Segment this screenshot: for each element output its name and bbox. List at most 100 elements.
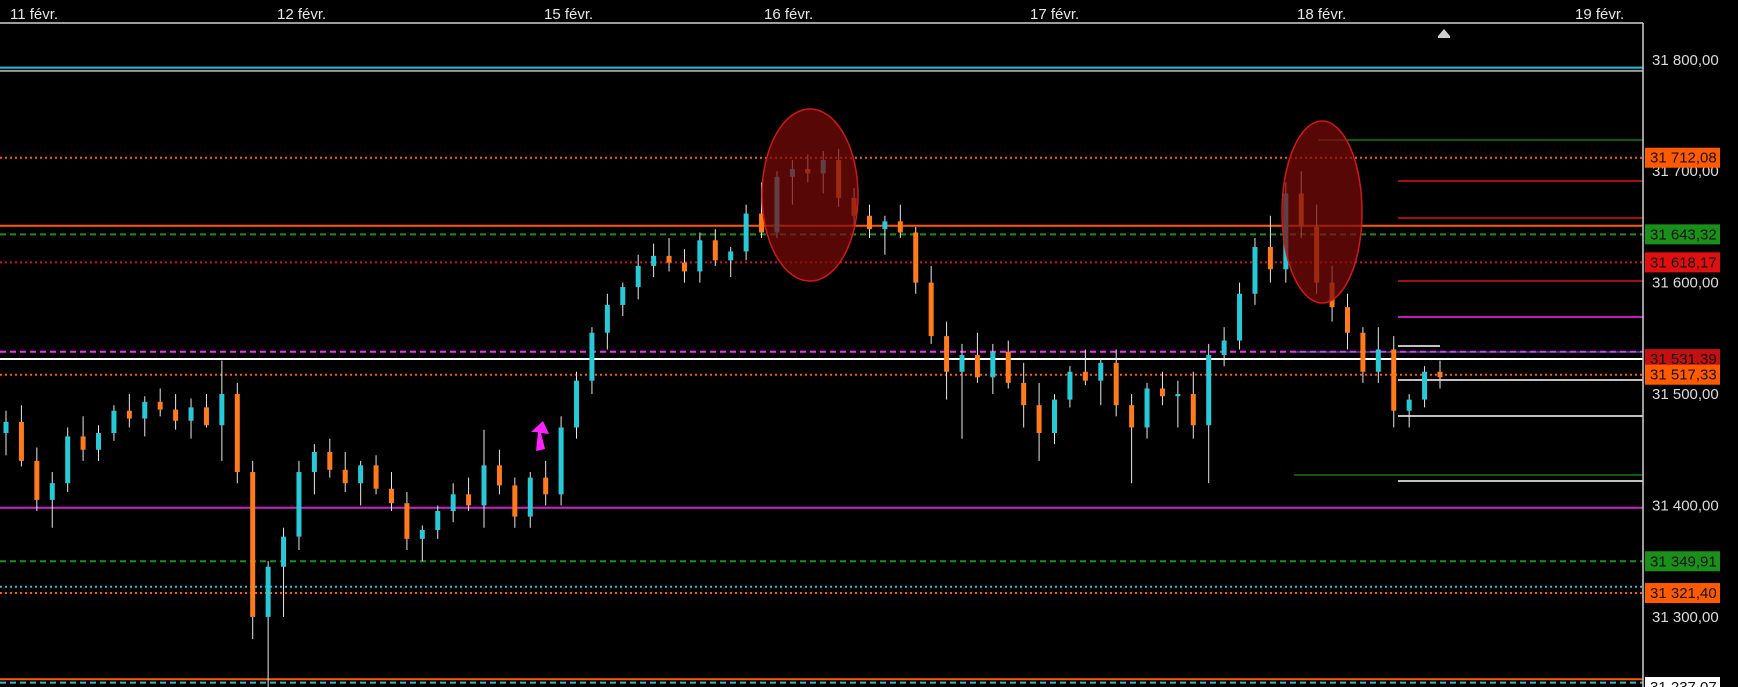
candle bbox=[65, 427, 71, 493]
candle-body bbox=[589, 332, 595, 381]
candle-body bbox=[1221, 340, 1227, 356]
candle-body bbox=[974, 355, 980, 378]
candle-body bbox=[373, 465, 379, 489]
candle-body bbox=[882, 221, 888, 230]
price-tag[interactable]: 31 517,33 bbox=[1645, 364, 1720, 385]
candle-body bbox=[80, 436, 86, 450]
candle-body bbox=[620, 287, 626, 305]
candle-body bbox=[358, 465, 364, 484]
price-tag-label: 31 712,08 bbox=[1650, 150, 1717, 167]
candle-body bbox=[234, 394, 240, 473]
candle-body bbox=[1036, 405, 1042, 434]
price-tag-label: 31 618,17 bbox=[1650, 254, 1717, 271]
candle-body bbox=[1237, 293, 1243, 341]
date-label-12-fevr: 12 févr. bbox=[277, 6, 326, 23]
candle-body bbox=[1344, 307, 1350, 333]
candle-body bbox=[635, 265, 641, 288]
candle bbox=[234, 382, 240, 484]
candle-body bbox=[111, 410, 117, 434]
candle-body bbox=[1144, 388, 1150, 428]
candle-body bbox=[1267, 246, 1273, 270]
candle-body bbox=[496, 465, 502, 486]
candle-body bbox=[265, 566, 271, 617]
candle-body bbox=[728, 251, 734, 261]
candle-body bbox=[126, 410, 132, 419]
candle-body bbox=[604, 304, 610, 333]
candle-body bbox=[1175, 394, 1181, 397]
candle-body bbox=[558, 427, 564, 495]
candle-body bbox=[311, 451, 317, 473]
candle-body bbox=[1067, 371, 1073, 400]
candle-body bbox=[1422, 371, 1428, 400]
candle-body bbox=[188, 407, 194, 421]
candle-body bbox=[481, 465, 487, 506]
price-chart[interactable]: 11 févr. 12 févr. 15 févr. 16 févr. 17 f… bbox=[0, 0, 1738, 687]
candle-body bbox=[173, 409, 179, 421]
candle-body bbox=[681, 262, 687, 272]
candle-body bbox=[96, 433, 102, 450]
candle-body bbox=[712, 240, 718, 261]
price-tag[interactable]: 31 618,17 bbox=[1645, 252, 1720, 273]
price-tag[interactable]: 31 237,07 bbox=[1645, 677, 1720, 687]
candle-body bbox=[18, 421, 24, 461]
candle bbox=[296, 460, 302, 551]
price-tag-label: 31 321,40 bbox=[1650, 585, 1717, 602]
candle-body bbox=[327, 451, 333, 470]
candle-body bbox=[512, 485, 518, 517]
highlight-ellipse-18-fevr[interactable] bbox=[1281, 120, 1363, 304]
candle-body bbox=[296, 472, 302, 537]
candle-body bbox=[574, 380, 580, 428]
candle-body bbox=[1360, 332, 1366, 372]
price-tick-label: 31 600,00 bbox=[1652, 275, 1719, 292]
candle-body bbox=[203, 407, 209, 426]
date-label-18-fevr: 18 févr. bbox=[1297, 6, 1346, 23]
candle-body bbox=[1098, 362, 1104, 381]
candle-body bbox=[1437, 371, 1443, 378]
price-tag[interactable]: 31 643,32 bbox=[1645, 224, 1720, 245]
candle-body bbox=[419, 529, 425, 539]
price-tag[interactable]: 31 321,40 bbox=[1645, 583, 1720, 604]
candle-body bbox=[435, 511, 441, 530]
candle-body bbox=[466, 494, 472, 506]
candle-body bbox=[543, 477, 549, 495]
candle-body bbox=[990, 351, 996, 378]
candle-body bbox=[157, 401, 163, 410]
price-tag-label: 31 643,32 bbox=[1650, 226, 1717, 243]
price-tick-label: 31 400,00 bbox=[1652, 497, 1719, 514]
price-tag-label: 31 349,91 bbox=[1650, 553, 1717, 570]
price-tag[interactable]: 31 712,08 bbox=[1645, 147, 1720, 168]
price-tag-label: 31 517,33 bbox=[1650, 367, 1717, 384]
candle-body bbox=[49, 483, 55, 500]
price-tag[interactable]: 31 349,91 bbox=[1645, 551, 1720, 572]
candle-body bbox=[1206, 355, 1212, 426]
candle-body bbox=[913, 232, 919, 283]
price-tick-label: 31 800,00 bbox=[1652, 52, 1719, 69]
candle-body bbox=[959, 355, 965, 372]
candle-body bbox=[1252, 246, 1258, 294]
price-tag-label: 31 237,07 bbox=[1650, 679, 1717, 687]
candle-body bbox=[65, 436, 71, 484]
price-tick-label: 31 500,00 bbox=[1652, 386, 1719, 403]
date-label-11-fevr: 11 févr. bbox=[10, 6, 58, 23]
date-label-16-fevr: 16 févr. bbox=[764, 6, 813, 23]
candle-body bbox=[34, 460, 40, 500]
candle-body bbox=[527, 477, 533, 517]
candle bbox=[250, 460, 256, 640]
candle-body bbox=[1082, 371, 1088, 381]
price-tick-label: 31 300,00 bbox=[1652, 609, 1719, 626]
candle-body bbox=[1113, 362, 1119, 406]
candle-body bbox=[897, 221, 903, 233]
candle-body bbox=[1129, 405, 1135, 428]
candle-body bbox=[651, 255, 657, 266]
candle-body bbox=[944, 336, 950, 372]
candle-body bbox=[666, 255, 672, 263]
candle-body bbox=[1190, 394, 1196, 426]
date-label-15-fevr: 15 févr. bbox=[544, 6, 593, 23]
highlight-ellipse-16-fevr[interactable] bbox=[761, 108, 859, 282]
candle-body bbox=[250, 472, 256, 617]
candle-body bbox=[743, 213, 749, 252]
candle-body bbox=[281, 536, 287, 567]
candle-body bbox=[1375, 349, 1381, 372]
candle-body bbox=[1406, 399, 1412, 411]
candle-body bbox=[1159, 388, 1165, 397]
